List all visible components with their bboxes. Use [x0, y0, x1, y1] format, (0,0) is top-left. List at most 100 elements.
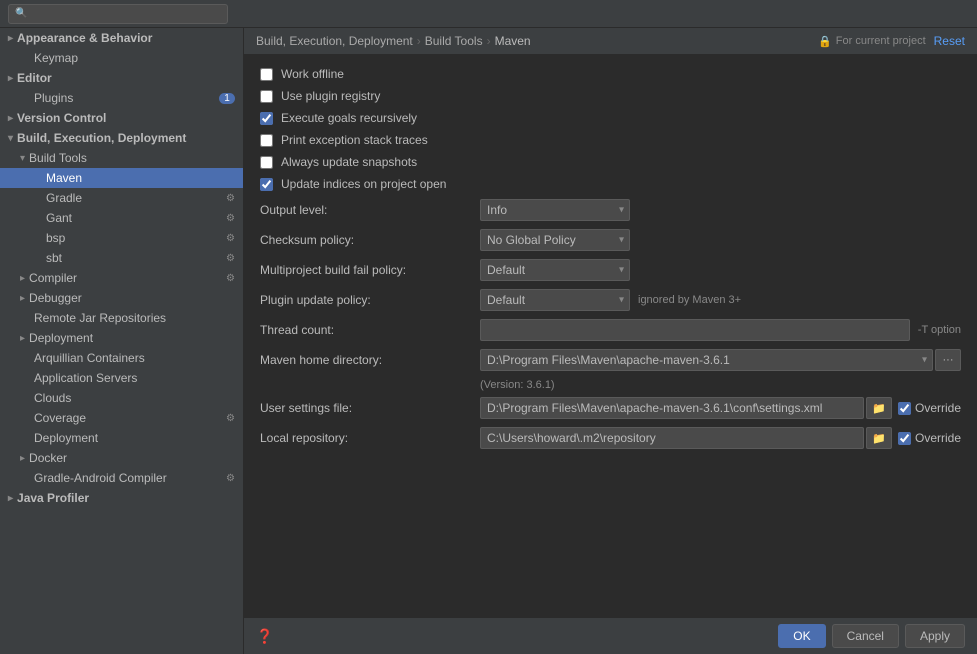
sidebar-item-gradle-android-compiler[interactable]: Gradle-Android Compiler⚙ [0, 468, 243, 488]
sidebar-item-version-control[interactable]: ▸Version Control [0, 108, 243, 128]
checkbox-row-work-offline: Work offline [260, 67, 961, 81]
sidebar-item-bsp[interactable]: bsp⚙ [0, 228, 243, 248]
breadcrumb-sep-1: › [417, 34, 421, 48]
checkbox-use-plugin-registry[interactable] [260, 90, 273, 103]
path-select-wrapper-maven-home-directory: D:\Program Files\Maven\apache-maven-3.6.… [480, 349, 933, 371]
sidebar-label-arquillian-containers: Arquillian Containers [34, 351, 145, 365]
dots-button-maven-home-directory[interactable]: ··· [935, 349, 961, 371]
bottom-buttons: OK Cancel Apply [778, 624, 965, 648]
arrow-icon-build-tools: ▾ [20, 153, 25, 164]
help-icon[interactable]: ❓ [256, 628, 273, 645]
checkbox-row-always-update-snapshots: Always update snapshots [260, 155, 961, 169]
checkbox-always-update-snapshots[interactable] [260, 156, 273, 169]
form-row-checksum-policy: Checksum policy: No Global PolicyFailWar… [260, 229, 961, 251]
checkbox-execute-goals-recursively[interactable] [260, 112, 273, 125]
badge-plugins: 1 [219, 93, 235, 104]
sidebar-label-editor: Editor [17, 71, 52, 85]
search-box[interactable]: 🔍 [8, 4, 228, 24]
sidebar-item-java-profiler[interactable]: ▸ Java Profiler [0, 488, 243, 508]
path-input-user-settings-file[interactable] [480, 397, 864, 419]
breadcrumb-part-2: Build Tools [425, 34, 483, 48]
sidebar-label-build-tools: Build Tools [29, 151, 87, 165]
sidebar-item-debugger[interactable]: ▸ Debugger [0, 288, 243, 308]
override-checkbox-user-settings-file[interactable] [898, 402, 911, 415]
breadcrumb: Build, Execution, Deployment › Build Too… [256, 34, 531, 48]
settings-body: Work offline Use plugin registry Execute… [244, 55, 977, 617]
sidebar-item-deployment[interactable]: ▸Deployment [0, 328, 243, 348]
control-output-level: InfoDebugWarnError [480, 199, 961, 221]
override-checkbox-local-repository[interactable] [898, 432, 911, 445]
path-select-maven-home-directory[interactable]: D:\Program Files\Maven\apache-maven-3.6.… [480, 349, 933, 371]
browse-button-user-settings-file[interactable]: 📁 [866, 397, 892, 419]
breadcrumb-bar: Build, Execution, Deployment › Build Too… [244, 28, 977, 55]
bottom-bar: ❓ OK Cancel Apply [244, 617, 977, 654]
content-area: Build, Execution, Deployment › Build Too… [244, 28, 977, 654]
sidebar-item-arquillian-containers[interactable]: Arquillian Containers [0, 348, 243, 368]
form-row-local-repository: Local repository: 📁 Override [260, 427, 961, 449]
sidebar-item-gradle[interactable]: Gradle⚙ [0, 188, 243, 208]
sidebar-item-editor[interactable]: ▸Editor [0, 68, 243, 88]
override-label-user-settings-file: Override [898, 401, 961, 415]
field-row-maven-home-directory: Maven home directory: D:\Program Files\M… [260, 349, 961, 397]
sidebar-label-maven: Maven [46, 171, 82, 185]
control-plugin-update-policy: DefaultForce UpdatesDo Not Update ignore… [480, 289, 961, 311]
sidebar-label-deployment: Deployment [29, 331, 93, 345]
form-row-thread-count: Thread count: -T option [260, 319, 961, 341]
select-wrapper-checksum-policy: No Global PolicyFailWarnIgnore [480, 229, 630, 251]
sidebar-item-appearance-behavior[interactable]: ▸Appearance & Behavior [0, 28, 243, 48]
label-plugin-update-policy: Plugin update policy: [260, 293, 480, 307]
checkbox-work-offline[interactable] [260, 68, 273, 81]
select-checksum-policy[interactable]: No Global PolicyFailWarnIgnore [480, 229, 630, 251]
label-maven-home-directory: Maven home directory: [260, 353, 480, 367]
checkbox-update-indices-on-project-open[interactable] [260, 178, 273, 191]
reset-link[interactable]: Reset [934, 34, 965, 48]
label-thread-count: Thread count: [260, 323, 480, 337]
checkbox-label-work-offline: Work offline [281, 67, 344, 81]
control-maven-home-directory: D:\Program Files\Maven\apache-maven-3.6.… [480, 349, 961, 371]
sidebar-item-deployment2[interactable]: Deployment [0, 428, 243, 448]
text-input-thread-count[interactable] [480, 319, 910, 341]
settings-icon-gradle: ⚙ [226, 193, 235, 204]
sidebar-item-build-execution-deployment[interactable]: ▾Build, Execution, Deployment [0, 128, 243, 148]
control-local-repository: 📁 Override [480, 427, 961, 449]
select-plugin-update-policy[interactable]: DefaultForce UpdatesDo Not Update [480, 289, 630, 311]
sidebar-item-application-servers[interactable]: Application Servers [0, 368, 243, 388]
checkbox-label-always-update-snapshots: Always update snapshots [281, 155, 417, 169]
checkbox-row-use-plugin-registry: Use plugin registry [260, 89, 961, 103]
cancel-button[interactable]: Cancel [832, 624, 899, 648]
sidebar-item-plugins[interactable]: Plugins 1 [0, 88, 243, 108]
sidebar-item-compiler[interactable]: ▸Compiler⚙ [0, 268, 243, 288]
sidebar-item-coverage[interactable]: Coverage⚙ [0, 408, 243, 428]
browse-button-local-repository[interactable]: 📁 [866, 427, 892, 449]
sidebar-label-debugger: Debugger [29, 291, 82, 305]
form-row-multiproject-build-fail-policy: Multiproject build fail policy: DefaultA… [260, 259, 961, 281]
select-wrapper-plugin-update-policy: DefaultForce UpdatesDo Not Update [480, 289, 630, 311]
sidebar-label-plugins: Plugins [34, 91, 73, 105]
breadcrumb-part-1: Build, Execution, Deployment [256, 34, 413, 48]
sidebar-item-keymap[interactable]: Keymap [0, 48, 243, 68]
path-input-local-repository[interactable] [480, 427, 864, 449]
sidebar-label-appearance-behavior: Appearance & Behavior [17, 31, 152, 45]
breadcrumb-part-3: Maven [495, 34, 531, 48]
checkbox-row-update-indices-on-project-open: Update indices on project open [260, 177, 961, 191]
sidebar-item-clouds[interactable]: Clouds [0, 388, 243, 408]
checkbox-print-exception-stack-traces[interactable] [260, 134, 273, 147]
sidebar-item-build-tools[interactable]: ▾ Build Tools [0, 148, 243, 168]
select-multiproject-build-fail-policy[interactable]: DefaultAT_ENDNEVER [480, 259, 630, 281]
top-bar: 🔍 [0, 0, 977, 28]
sidebar-item-docker[interactable]: ▸Docker [0, 448, 243, 468]
sidebar-label-java-profiler: Java Profiler [17, 491, 89, 505]
sidebar-item-sbt[interactable]: sbt⚙ [0, 248, 243, 268]
apply-button[interactable]: Apply [905, 624, 965, 648]
select-output-level[interactable]: InfoDebugWarnError [480, 199, 630, 221]
ok-button[interactable]: OK [778, 624, 825, 648]
arrow-icon-debugger: ▸ [20, 293, 25, 304]
arrow-icon-java-profiler: ▸ [8, 493, 13, 504]
sidebar-item-maven[interactable]: Maven [0, 168, 243, 188]
search-icon: 🔍 [15, 8, 27, 19]
hint-plugin-update-policy: ignored by Maven 3+ [638, 294, 741, 306]
sidebar-item-gant[interactable]: Gant⚙ [0, 208, 243, 228]
checkbox-label-use-plugin-registry: Use plugin registry [281, 89, 380, 103]
settings-icon-gant: ⚙ [226, 213, 235, 224]
sidebar-item-remote-jar-repositories[interactable]: Remote Jar Repositories [0, 308, 243, 328]
